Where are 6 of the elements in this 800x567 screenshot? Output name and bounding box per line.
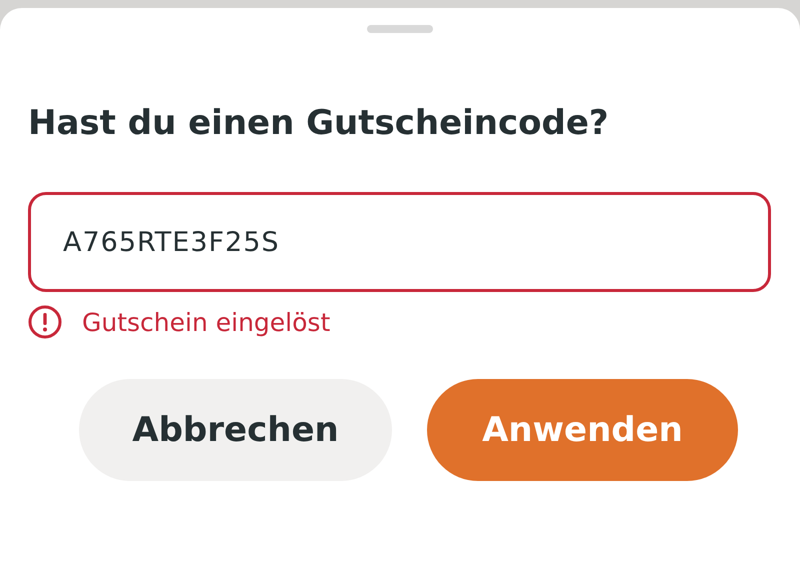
error-message: Gutschein eingelöst — [82, 308, 330, 336]
voucher-input-field[interactable]: A765RTE3F25S — [28, 192, 771, 292]
cancel-button[interactable]: Abbrechen — [79, 379, 392, 481]
alert-icon — [28, 305, 62, 339]
sheet-title: Hast du einen Gutscheincode? — [28, 102, 610, 145]
drag-handle[interactable] — [367, 25, 433, 33]
